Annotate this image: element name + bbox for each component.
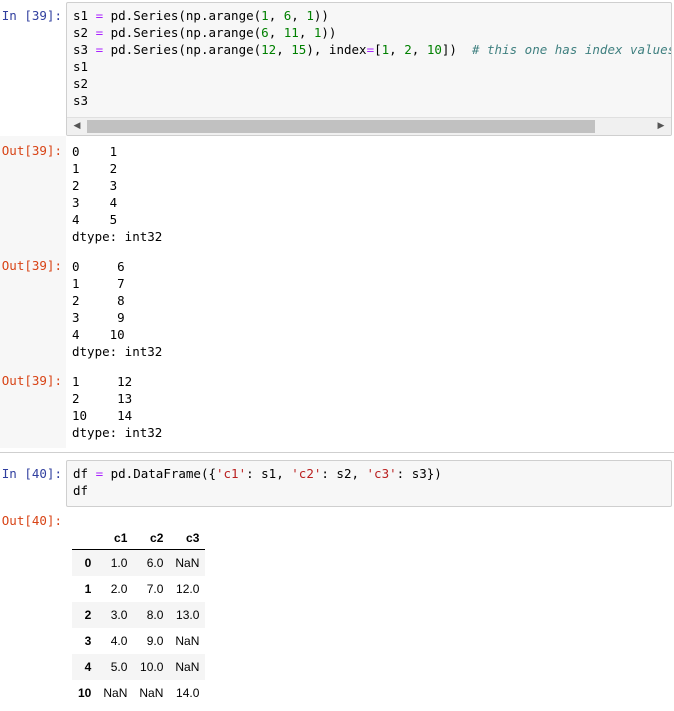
table-cell: 5.0 xyxy=(110,660,128,674)
table-row: 1 2.0 7.0 12.0 xyxy=(72,576,205,602)
table-row: 3 4.0 9.0 NaN xyxy=(72,628,205,654)
table-row: 10 NaN NaN 14.0 xyxy=(72,680,205,706)
row-index: 4 xyxy=(84,660,92,674)
column-header-c3: c3 xyxy=(169,527,206,550)
table-cell: 10.0 xyxy=(140,660,164,674)
code-editor-39[interactable]: s1 = pd.Series(np.arange(1, 6, 1)) s2 = … xyxy=(66,2,672,136)
output-area-39: Out[39]: 0 11 22 33 44 5 dtype: int32 Out… xyxy=(0,136,674,448)
table-cell: NaN xyxy=(175,660,200,674)
code-line-2: s2 = pd.Series(np.arange(6, 11, 1)) xyxy=(73,25,337,40)
table-cell: NaN xyxy=(175,634,200,648)
code-line-2: df xyxy=(73,483,89,498)
table-row: 4 5.0 10.0 NaN xyxy=(72,654,206,680)
scroll-left-icon[interactable]: ◀ xyxy=(69,118,85,135)
in-prompt-39: In [39]: xyxy=(1,8,62,23)
column-header-c1: c1 xyxy=(97,527,134,550)
code-cell-39[interactable]: In [39]: s1 = pd.Series(np.arange(1, 6, … xyxy=(0,0,674,136)
table-row: 0 1.0 6.0 NaN xyxy=(72,549,206,576)
table-cell: NaN xyxy=(103,686,128,700)
table-cell: NaN xyxy=(139,686,164,700)
table-cell: 13.0 xyxy=(176,608,200,622)
output-block-a: 0 11 22 33 44 5 dtype: int32 xyxy=(72,144,163,244)
row-index: 3 xyxy=(84,634,92,648)
code-line-1: df = pd.DataFrame({'c1': s1, 'c2': s2, '… xyxy=(73,466,442,481)
code-line-6: s3 xyxy=(73,93,89,108)
output-block-c: 1 12 2 13 10 14 dtype: int32 xyxy=(72,374,163,440)
index-header xyxy=(72,527,98,550)
table-cell: 2.0 xyxy=(110,582,128,596)
cell-divider xyxy=(0,452,674,453)
row-index: 10 xyxy=(78,686,92,700)
out-prompt-40: Out[40]: xyxy=(1,513,62,528)
output-block-b: 0 61 72 83 94 10 dtype: int32 xyxy=(72,259,163,359)
table-cell: 4.0 xyxy=(110,634,128,648)
code-cell-40[interactable]: In [40]: df = pd.DataFrame({'c1': s1, 'c… xyxy=(0,458,674,508)
row-index: 0 xyxy=(84,556,92,570)
in-prompt-40: In [40]: xyxy=(1,466,62,481)
out-prompt-39-c: Out[39]: xyxy=(1,373,62,388)
dataframe-table: c1 c2 c3 0 1.0 6.0 NaN 1 2.0 7.0 12.0 2 … xyxy=(72,527,206,706)
table-cell: 1.0 xyxy=(110,556,128,570)
row-index: 2 xyxy=(84,608,92,622)
code-editor-40[interactable]: df = pd.DataFrame({'c1': s1, 'c2': s2, '… xyxy=(66,460,672,507)
code-line-1: s1 = pd.Series(np.arange(1, 6, 1)) xyxy=(73,8,329,23)
code-line-4: s1 xyxy=(73,59,89,74)
table-cell: 9.0 xyxy=(146,634,164,648)
output-gutter-40 xyxy=(0,508,66,711)
table-header-row: c1 c2 c3 xyxy=(72,527,206,550)
out-prompt-39-a: Out[39]: xyxy=(1,143,62,158)
scroll-right-icon[interactable]: ▶ xyxy=(653,118,669,135)
row-index: 1 xyxy=(84,582,92,596)
table-cell: 6.0 xyxy=(146,556,164,570)
code-line-3: s3 = pd.Series(np.arange(12, 15), index=… xyxy=(73,42,672,57)
column-header-c2: c2 xyxy=(133,527,170,550)
code-line-5: s2 xyxy=(73,76,89,91)
table-cell: NaN xyxy=(175,556,200,570)
out-prompt-39-b: Out[39]: xyxy=(1,258,62,273)
table-cell: 12.0 xyxy=(176,582,200,596)
table-cell: 3.0 xyxy=(110,608,128,622)
table-cell: 14.0 xyxy=(176,686,200,700)
table-cell: 8.0 xyxy=(146,608,164,622)
table-cell: 7.0 xyxy=(146,582,164,596)
horizontal-scrollbar[interactable]: ◀ ▶ xyxy=(67,117,671,135)
table-row: 2 3.0 8.0 13.0 xyxy=(72,602,206,628)
scrollbar-thumb[interactable] xyxy=(87,120,595,133)
